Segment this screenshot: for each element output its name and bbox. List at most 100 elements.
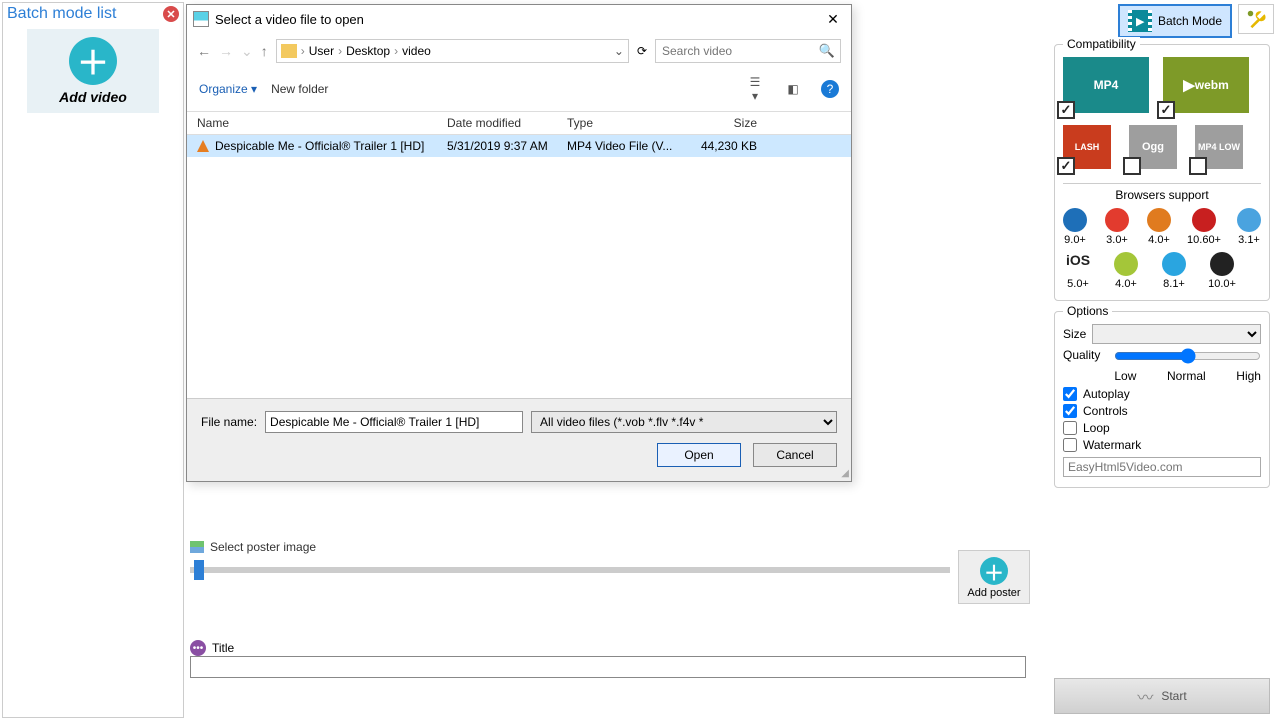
quality-slider[interactable]	[1114, 348, 1261, 364]
nav-up-icon[interactable]: ↑	[261, 43, 268, 59]
resize-grip-icon[interactable]: ◢	[841, 468, 849, 479]
needle-icon: 〰	[1137, 684, 1153, 708]
nav-back-icon[interactable]: ←	[197, 43, 211, 59]
browser-blackberry: 10.0+	[1207, 252, 1237, 290]
file-row[interactable]: Despicable Me - Official® Trailer 1 [HD]…	[187, 135, 851, 157]
chrome-icon	[1105, 208, 1129, 232]
close-icon[interactable]: ✕	[163, 6, 179, 22]
preview-pane-icon[interactable]: ◧	[783, 82, 803, 96]
app-icon	[193, 11, 209, 27]
checkbox-icon[interactable]	[1189, 157, 1207, 175]
start-button[interactable]: 〰 Start	[1054, 678, 1270, 714]
format-webm[interactable]: ▶ webm	[1163, 57, 1249, 113]
refresh-icon[interactable]: ⟳	[637, 44, 647, 58]
format-flash[interactable]: LASH	[1063, 125, 1111, 169]
browser-chrome: 3.0+	[1105, 208, 1129, 246]
checkbox-icon[interactable]	[1057, 157, 1075, 175]
firefox-icon	[1147, 208, 1171, 232]
browser-winphone: 8.1+	[1159, 252, 1189, 290]
compatibility-legend: Compatibility	[1063, 37, 1140, 51]
opera-icon	[1192, 208, 1216, 232]
ie-icon	[1063, 208, 1087, 232]
dialog-close-button[interactable]: ✕	[821, 9, 845, 29]
size-row: Size	[1063, 324, 1261, 344]
search-input[interactable]	[655, 39, 841, 63]
add-video-label: Add video	[27, 89, 159, 105]
open-button[interactable]: Open	[657, 443, 741, 467]
add-poster-button[interactable]: ＋ Add poster	[958, 550, 1030, 604]
nav-forward-icon[interactable]: →	[219, 43, 233, 59]
filetype-filter[interactable]: All video files (*.vob *.flv *.f4v *	[531, 411, 837, 433]
android-icon	[1114, 252, 1138, 276]
batch-mode-label: Batch Mode	[1158, 14, 1222, 28]
sidebar-header: Batch mode list ✕	[3, 3, 183, 25]
dialog-toolbar: Organize ▾ New folder ☰ ▾ ◧ ?	[187, 69, 851, 112]
watermark-checkbox[interactable]	[1063, 438, 1077, 452]
picture-icon	[190, 541, 204, 553]
options-section: Options Size Quality Low Normal High Aut…	[1054, 311, 1270, 488]
title-row: ••• Title	[190, 640, 1030, 656]
sidebar-title: Batch mode list	[7, 5, 116, 23]
wrench-gear-icon	[1245, 8, 1267, 30]
blackberry-icon	[1210, 252, 1234, 276]
watermark-input[interactable]	[1063, 457, 1261, 477]
poster-label-row: Select poster image	[190, 540, 1030, 554]
watermark-row: Watermark	[1063, 438, 1261, 452]
format-mp4[interactable]: MP4	[1063, 57, 1149, 113]
format-mp4low[interactable]: MP4 LOW	[1195, 125, 1243, 169]
film-icon: ▶	[1128, 10, 1152, 32]
timeline-handle[interactable]	[194, 560, 204, 580]
quality-labels: Low Normal High	[1114, 369, 1261, 383]
winphone-icon	[1162, 252, 1186, 276]
folder-icon	[281, 44, 297, 58]
controls-checkbox[interactable]	[1063, 404, 1077, 418]
options-legend: Options	[1063, 304, 1112, 318]
browser-iOS: iOS5.0+	[1063, 252, 1093, 290]
size-select[interactable]	[1092, 324, 1261, 344]
browser-opera: 10.60+	[1189, 208, 1219, 246]
file-list-header: Name Date modified Type Size	[187, 112, 851, 135]
format-grid: MP4 ▶ webm	[1063, 57, 1261, 113]
speech-icon: •••	[190, 640, 206, 656]
checkbox-icon[interactable]	[1057, 101, 1075, 119]
sidebar: Batch mode list ✕ ＋ Add video	[2, 2, 184, 718]
cancel-button[interactable]: Cancel	[753, 443, 837, 467]
dialog-footer: File name: All video files (*.vob *.flv …	[187, 398, 851, 481]
timeline[interactable]	[190, 560, 950, 580]
compatibility-section: Compatibility MP4 ▶ webm LASH Ogg MP4 LO…	[1054, 44, 1270, 301]
help-icon[interactable]: ?	[821, 80, 839, 98]
plus-icon: ＋	[980, 557, 1008, 585]
nav-dropdown-icon[interactable]: ⌄	[241, 43, 253, 60]
checkbox-icon[interactable]	[1123, 157, 1141, 175]
new-folder-button[interactable]: New folder	[271, 82, 328, 96]
autoplay-checkbox[interactable]	[1063, 387, 1077, 401]
tools-button[interactable]	[1238, 4, 1274, 34]
top-toolbar: ▶ Batch Mode	[1118, 4, 1274, 38]
format-ogg[interactable]: Ogg	[1129, 125, 1177, 169]
right-panel: Compatibility MP4 ▶ webm LASH Ogg MP4 LO…	[1054, 44, 1270, 498]
filename-label: File name:	[201, 415, 257, 429]
file-list: Despicable Me - Official® Trailer 1 [HD]…	[187, 135, 851, 398]
controls-row: Controls	[1063, 404, 1261, 418]
dialog-titlebar: Select a video file to open ✕	[187, 5, 851, 33]
checkbox-icon[interactable]	[1157, 101, 1175, 119]
poster-section: Select poster image ＋ Add poster ••• Tit…	[190, 540, 1030, 678]
browser-ie: 9.0+	[1063, 208, 1087, 246]
loop-checkbox[interactable]	[1063, 421, 1077, 435]
search-icon: 🔍	[819, 43, 835, 59]
dialog-nav: ← → ⌄ ↑ ›User ›Desktop ›video ⌄ ⟳ 🔍	[187, 33, 851, 69]
browser-firefox: 4.0+	[1147, 208, 1171, 246]
browsers-row1: 9.0+ 3.0+ 4.0+ 10.60+ 3.1+	[1063, 208, 1261, 246]
loop-row: Loop	[1063, 421, 1261, 435]
browser-safari: 3.1+	[1237, 208, 1261, 246]
batch-mode-button[interactable]: ▶ Batch Mode	[1118, 4, 1232, 38]
view-details-icon[interactable]: ☰ ▾	[745, 75, 765, 103]
filename-input[interactable]	[265, 411, 523, 433]
chevron-down-icon[interactable]: ⌄	[614, 44, 624, 58]
file-open-dialog: Select a video file to open ✕ ← → ⌄ ↑ ›U…	[186, 4, 852, 482]
breadcrumb[interactable]: ›User ›Desktop ›video ⌄	[276, 39, 629, 63]
add-video-button[interactable]: ＋ Add video	[27, 29, 159, 113]
title-input[interactable]	[190, 656, 1026, 678]
format-row2: LASH Ogg MP4 LOW	[1063, 125, 1261, 169]
organize-button[interactable]: Organize ▾	[199, 82, 257, 96]
